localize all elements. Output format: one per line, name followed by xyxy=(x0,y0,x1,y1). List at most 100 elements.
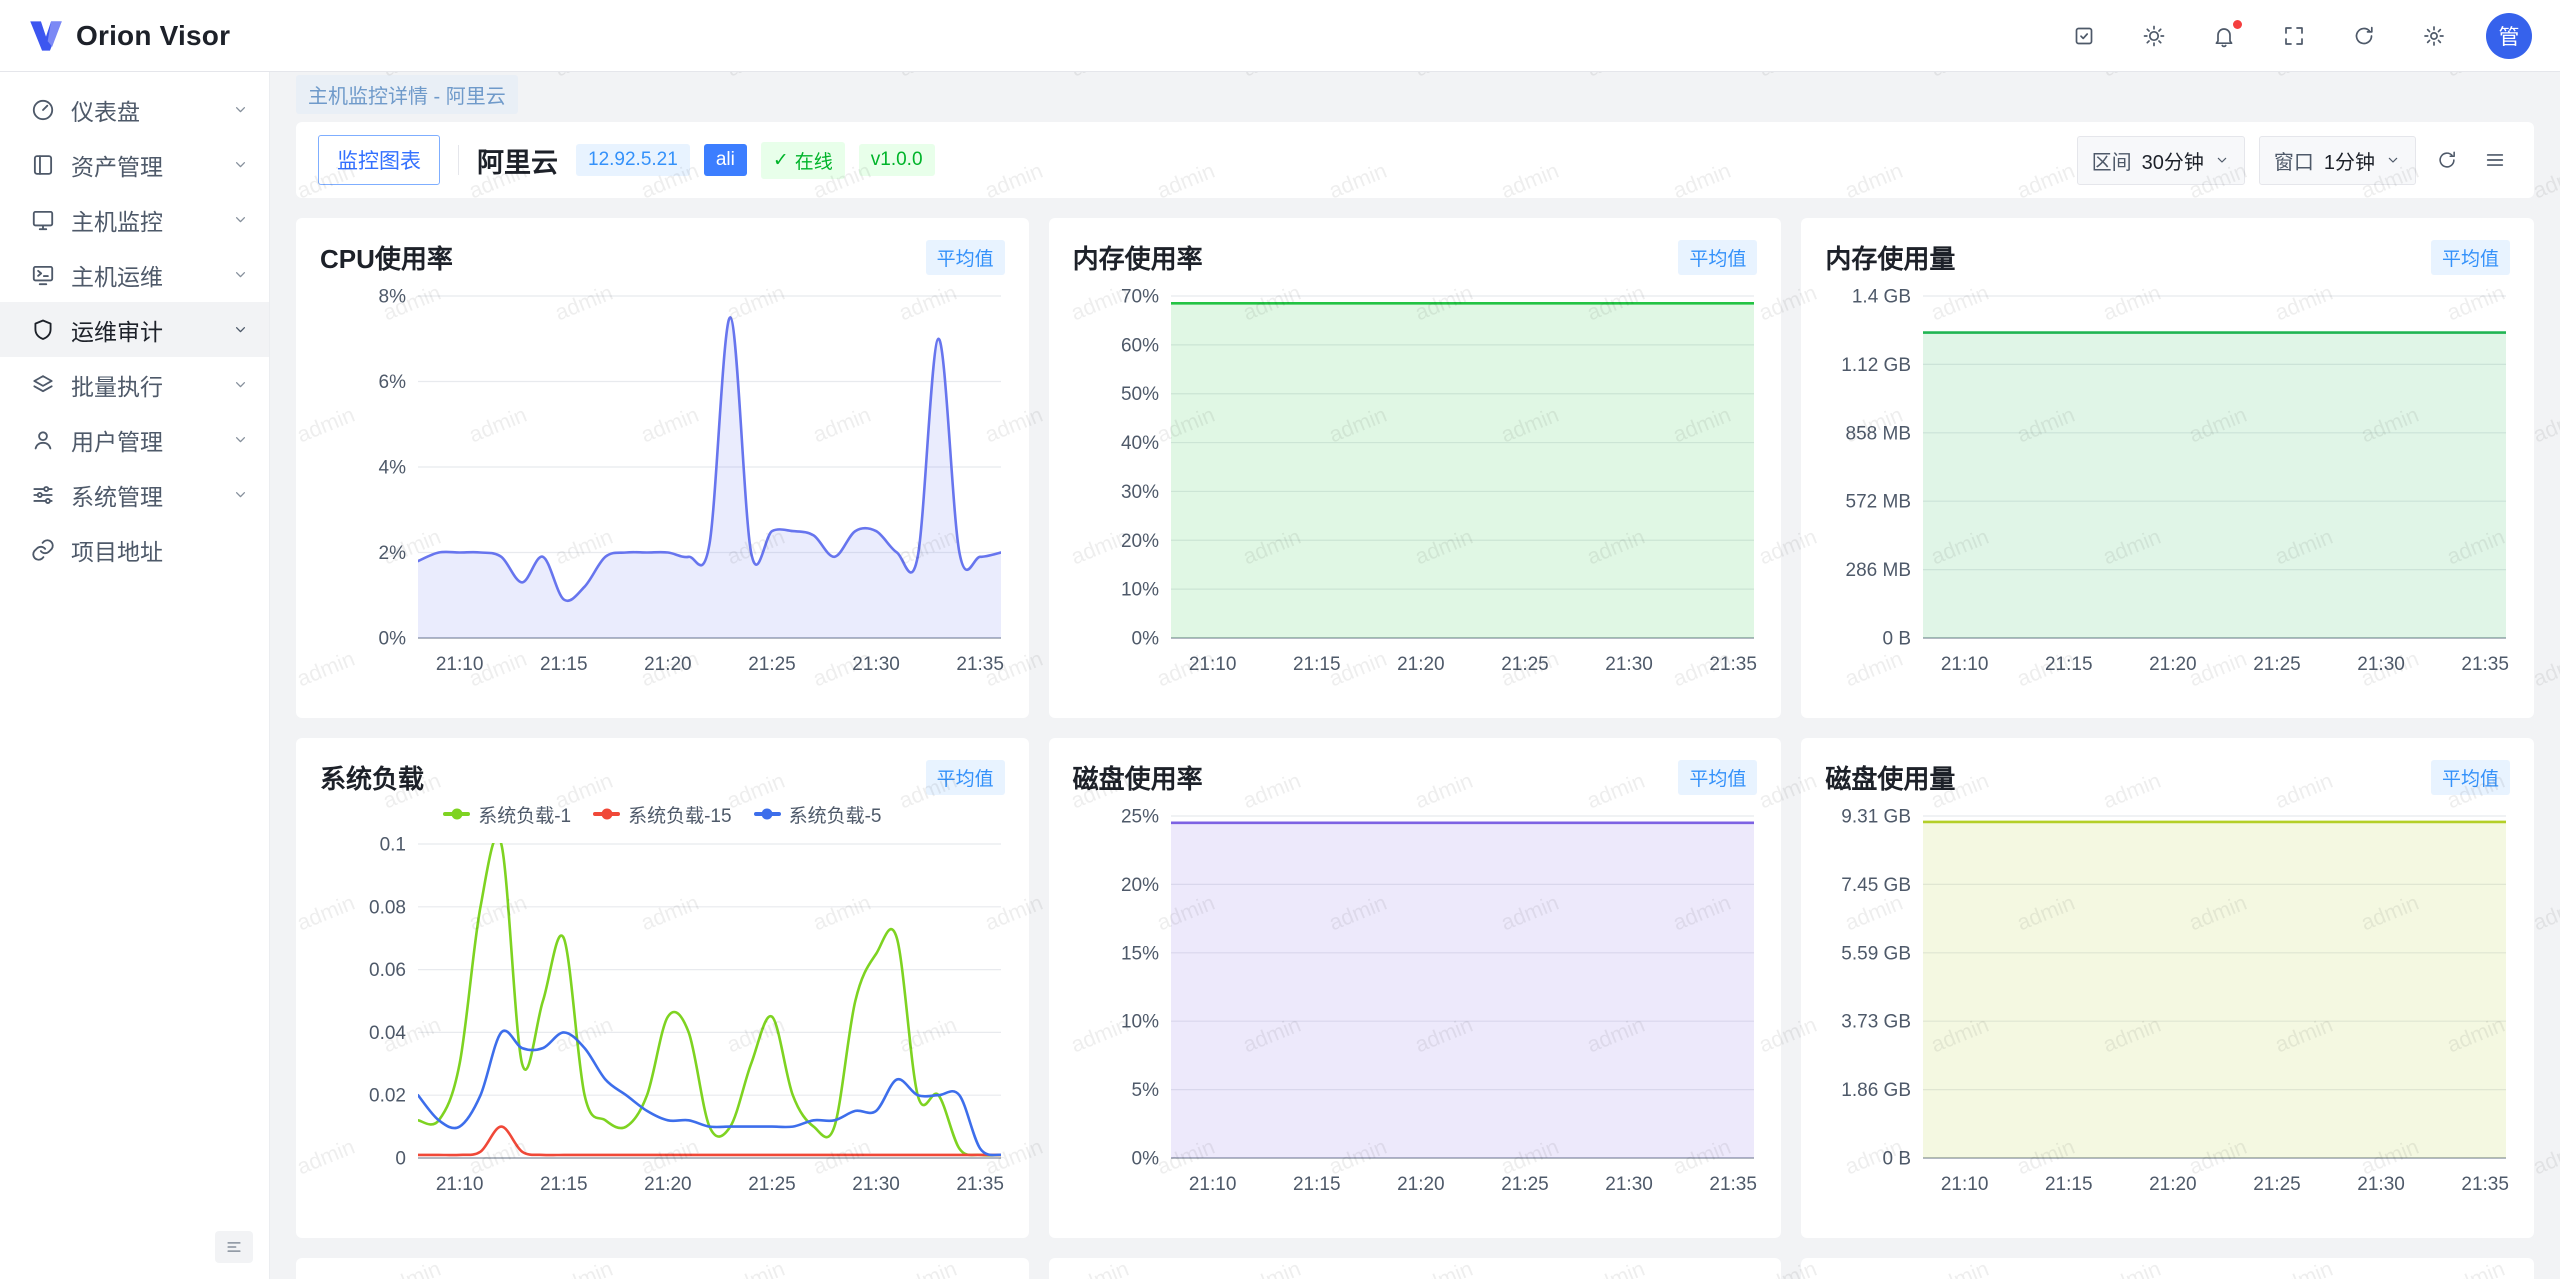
settings-gear-icon[interactable] xyxy=(2416,18,2452,54)
svg-text:21:10: 21:10 xyxy=(1189,1174,1237,1195)
svg-text:50%: 50% xyxy=(1121,384,1159,405)
interval-label: 区间 xyxy=(2092,146,2132,175)
window-value: 1分钟 xyxy=(2324,146,2375,175)
legend-label: 系统负载-5 xyxy=(789,801,882,828)
chart-card-mem-usage-amt: 内存使用量 平均值 1.4 GB1.12 GB858 MB572 MB286 M… xyxy=(1801,218,2534,718)
svg-text:0 B: 0 B xyxy=(1883,629,1912,650)
host-status-label: 在线 xyxy=(795,147,833,174)
svg-text:21:25: 21:25 xyxy=(1501,1174,1549,1195)
avg-badge: 平均值 xyxy=(926,240,1005,275)
brand-name: Orion Visor xyxy=(76,20,230,52)
chart-canvas: 25%20%15%10%5%0%21:1021:1521:2021:2521:3… xyxy=(1073,800,1760,1202)
legend-item[interactable]: 系统负载-5 xyxy=(754,801,882,828)
host-code-tag: ali xyxy=(704,144,747,176)
svg-text:21:25: 21:25 xyxy=(748,654,796,675)
system-load-chart[interactable]: 系统负载-1系统负载-15系统负载-50.10.080.060.040.0202… xyxy=(320,800,1005,1207)
svg-text:30%: 30% xyxy=(1121,482,1159,503)
svg-text:21:35: 21:35 xyxy=(2462,654,2510,675)
refresh-charts-button[interactable] xyxy=(2430,143,2464,177)
svg-text:21:30: 21:30 xyxy=(1605,654,1653,675)
sidebar-item-batch-exec[interactable]: 批量执行 xyxy=(0,357,269,412)
chart-card-disk-usage-amt: 磁盘使用量 平均值 9.31 GB7.45 GB5.59 GB3.73 GB1.… xyxy=(1801,738,2534,1238)
svg-text:15%: 15% xyxy=(1121,943,1159,964)
avatar[interactable]: 管 xyxy=(2486,13,2532,59)
avg-badge: 平均值 xyxy=(1678,760,1757,795)
hamburger-menu-icon xyxy=(2484,149,2506,171)
disk-usage-amount-chart[interactable]: 9.31 GB7.45 GB5.59 GB3.73 GB1.86 GB0 B21… xyxy=(1825,800,2510,1207)
svg-text:21:20: 21:20 xyxy=(1397,1174,1445,1195)
svg-text:10%: 10% xyxy=(1121,1012,1159,1033)
svg-text:21:20: 21:20 xyxy=(644,654,692,675)
cpu-usage-chart[interactable]: 8%6%4%2%0%21:1021:1521:2021:2521:3021:35 xyxy=(320,280,1005,687)
chart-layout-menu-button[interactable] xyxy=(2478,143,2512,177)
svg-text:21:15: 21:15 xyxy=(540,654,588,675)
chevron-down-icon xyxy=(232,266,249,283)
refresh-icon[interactable] xyxy=(2346,18,2382,54)
notifications-icon[interactable] xyxy=(2206,18,2242,54)
sidebar-collapse-button[interactable] xyxy=(215,1231,253,1263)
svg-text:21:35: 21:35 xyxy=(956,654,1004,675)
legend-swatch-icon xyxy=(754,812,781,816)
memory-usage-amount-chart[interactable]: 1.4 GB1.12 GB858 MB572 MB286 MB0 B21:102… xyxy=(1825,280,2510,687)
svg-text:21:15: 21:15 xyxy=(1293,1174,1341,1195)
svg-text:7.45 GB: 7.45 GB xyxy=(1842,875,1912,896)
svg-text:0: 0 xyxy=(395,1149,406,1170)
chevron-down-icon xyxy=(232,321,249,338)
chart-title: 系统负载 xyxy=(320,759,424,796)
sidebar-item-label: 项目地址 xyxy=(71,533,163,567)
breadcrumb[interactable]: 主机监控详情 - 阿里云 xyxy=(296,75,518,114)
svg-text:21:25: 21:25 xyxy=(2254,1174,2302,1195)
svg-text:21:35: 21:35 xyxy=(2462,1174,2510,1195)
svg-text:0.04: 0.04 xyxy=(369,1023,406,1044)
link-icon xyxy=(30,537,56,563)
chevron-down-icon xyxy=(2385,152,2401,168)
svg-text:21:15: 21:15 xyxy=(2045,1174,2093,1195)
sidebar-item-dashboard[interactable]: 仪表盘 xyxy=(0,82,269,137)
svg-text:20%: 20% xyxy=(1121,531,1159,552)
sidebar-item-label: 主机监控 xyxy=(71,203,163,237)
chevron-down-icon xyxy=(232,431,249,448)
sidebar-item-system-mgmt[interactable]: 系统管理 xyxy=(0,467,269,522)
sidebar-item-user-mgmt[interactable]: 用户管理 xyxy=(0,412,269,467)
svg-text:0%: 0% xyxy=(379,629,407,650)
avg-badge: 平均值 xyxy=(2431,760,2510,795)
svg-text:6%: 6% xyxy=(379,372,407,393)
monitor-chart-button[interactable]: 监控图表 xyxy=(318,135,440,185)
svg-text:25%: 25% xyxy=(1121,807,1159,828)
next-row-card-stub xyxy=(1049,1258,1782,1279)
avg-badge: 平均值 xyxy=(926,760,1005,795)
disk-usage-pct-chart[interactable]: 25%20%15%10%5%0%21:1021:1521:2021:2521:3… xyxy=(1073,800,1758,1207)
svg-text:286 MB: 286 MB xyxy=(1846,560,1911,581)
legend-item[interactable]: 系统负载-15 xyxy=(593,801,731,828)
fullscreen-icon[interactable] xyxy=(2276,18,2312,54)
sidebar-item-assets[interactable]: 资产管理 xyxy=(0,137,269,192)
chart-card-system-load: 系统负载 平均值 系统负载-1系统负载-15系统负载-50.10.080.060… xyxy=(296,738,1029,1238)
dashboard-icon xyxy=(30,97,56,123)
avg-badge: 平均值 xyxy=(1678,240,1757,275)
legend-item[interactable]: 系统负载-1 xyxy=(443,801,571,828)
sidebar-item-project-url[interactable]: 项目地址 xyxy=(0,522,269,577)
theme-icon[interactable] xyxy=(2136,18,2172,54)
chevron-down-icon xyxy=(232,376,249,393)
chart-title: 磁盘使用率 xyxy=(1073,759,1203,796)
sidebar-item-ops-audit[interactable]: 运维审计 xyxy=(0,302,269,357)
window-select[interactable]: 窗口 1分钟 xyxy=(2259,136,2416,185)
chevron-down-icon xyxy=(2214,152,2230,168)
sidebar-item-host-ops[interactable]: 主机运维 xyxy=(0,247,269,302)
svg-text:0.02: 0.02 xyxy=(369,1086,406,1107)
interval-select[interactable]: 区间 30分钟 xyxy=(2077,136,2245,185)
refresh-icon xyxy=(2436,149,2458,171)
sidebar-item-host-monitor[interactable]: 主机监控 xyxy=(0,192,269,247)
sidebar-item-label: 批量执行 xyxy=(71,368,163,402)
svg-text:0.08: 0.08 xyxy=(369,897,406,918)
svg-text:21:20: 21:20 xyxy=(644,1174,692,1195)
tasks-icon[interactable] xyxy=(2066,18,2102,54)
divider xyxy=(458,145,459,175)
chart-canvas: 8%6%4%2%0%21:1021:1521:2021:2521:3021:35 xyxy=(320,280,1007,682)
chart-legend[interactable]: 系统负载-1 系统负载-15 系统负载-5 xyxy=(320,800,1005,828)
chevron-down-icon xyxy=(232,101,249,118)
svg-text:1.12 GB: 1.12 GB xyxy=(1842,355,1912,376)
svg-text:21:25: 21:25 xyxy=(2254,654,2302,675)
svg-text:21:35: 21:35 xyxy=(1709,654,1757,675)
memory-usage-pct-chart[interactable]: 70%60%50%40%30%20%10%0%21:1021:1521:2021… xyxy=(1073,280,1758,687)
